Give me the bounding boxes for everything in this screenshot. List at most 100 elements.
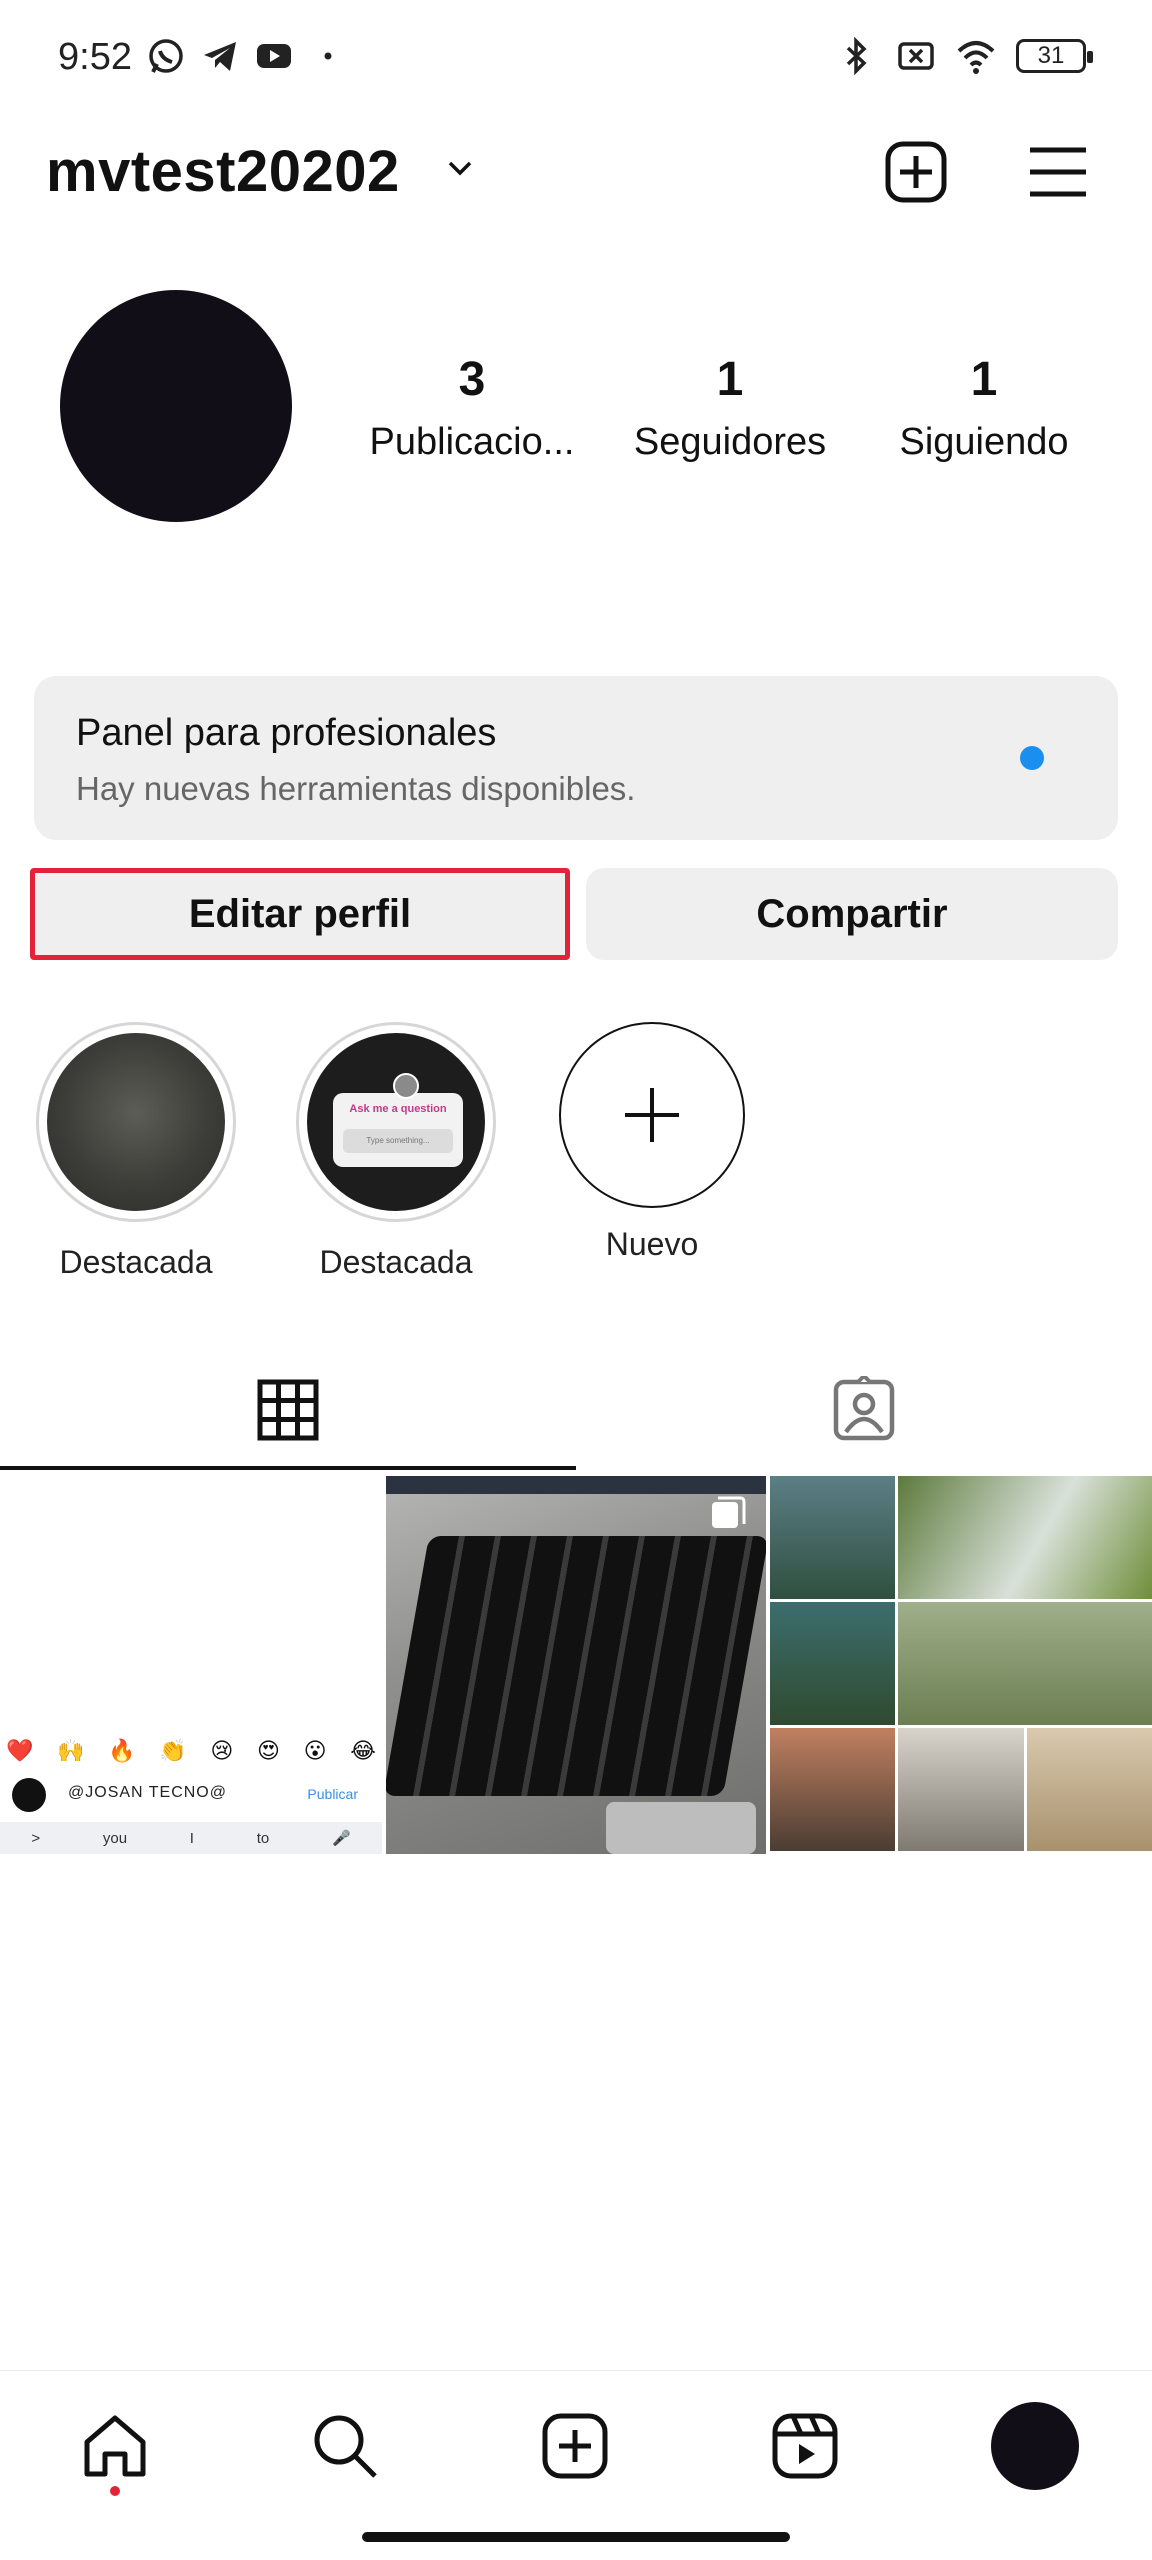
story-highlight[interactable]: Ask me a question Type something... Dest… xyxy=(296,1022,496,1281)
highlight-ring: Ask me a question Type something... xyxy=(296,1022,496,1222)
nav-profile[interactable] xyxy=(990,2401,1080,2491)
comment-composer: @JOSAN TECNO@ Publicar xyxy=(12,1778,382,1814)
kb-key: 🎤 xyxy=(331,1830,351,1847)
laptop-screen-edge xyxy=(386,1476,766,1494)
dot-icon xyxy=(324,52,332,60)
collage-tile xyxy=(898,1602,1152,1725)
stat-posts-value: 3 xyxy=(458,353,486,406)
create-icon xyxy=(542,2413,608,2479)
kb-key: you xyxy=(102,1829,128,1847)
stat-followers-value: 1 xyxy=(716,353,744,406)
collage-tile xyxy=(898,1728,1024,1851)
home-icon xyxy=(84,2415,146,2477)
nav-home[interactable] xyxy=(70,2401,160,2491)
status-time: 9:52 xyxy=(58,36,132,78)
status-left-icons xyxy=(146,36,348,76)
highlight-label: Destacada xyxy=(319,1244,473,1280)
whatsapp-icon xyxy=(149,39,183,73)
bottom-navigation xyxy=(0,2370,1152,2520)
carousel-icon xyxy=(712,1496,746,1528)
nav-create[interactable] xyxy=(530,2401,620,2491)
bluetooth-icon xyxy=(846,36,867,76)
highlight-cover xyxy=(47,1033,225,1211)
comment-avatar xyxy=(12,1778,46,1812)
sticker-avatar xyxy=(393,1073,419,1099)
stat-following-value: 1 xyxy=(970,353,998,406)
chevron-down-icon[interactable] xyxy=(442,150,478,186)
stat-following-label: Siguiendo xyxy=(899,421,1069,463)
publish-link: Publicar xyxy=(307,1786,358,1802)
active-tab-indicator xyxy=(0,1466,576,1470)
emoji: 😍 xyxy=(257,1738,280,1763)
profile-header: mvtest20202 xyxy=(0,130,1152,210)
question-sticker-field: Type something... xyxy=(343,1129,453,1153)
battery-icon: 31 xyxy=(1016,39,1093,73)
home-indicator[interactable] xyxy=(362,2532,790,2542)
collage-tile xyxy=(770,1476,896,1599)
tab-tagged[interactable] xyxy=(576,1350,1152,1470)
professional-dashboard-panel[interactable]: Panel para profesionales Hay nuevas herr… xyxy=(34,676,1118,840)
emoji: 🔥 xyxy=(108,1738,136,1763)
post-thumbnail[interactable] xyxy=(386,1476,766,1854)
edit-profile-button[interactable]: Editar perfil xyxy=(30,868,570,960)
tagged-icon xyxy=(833,1376,895,1441)
emoji: 🙌 xyxy=(57,1738,85,1763)
emoji: 😢 xyxy=(210,1738,234,1763)
stat-followers[interactable]: 1 Seguidores xyxy=(610,352,850,464)
keyboard-suggestions: > you I to 🎤 xyxy=(0,1822,382,1854)
notification-dot xyxy=(110,2486,120,2496)
highlight-label: Destacada xyxy=(59,1244,213,1280)
post-thumbnail[interactable]: ❤️ 🙌 🔥 👏 😢 😍 😮 😂 @JOSAN TECNO@ Publicar … xyxy=(0,1476,382,1854)
youtube-icon xyxy=(257,44,291,68)
plus-icon xyxy=(625,1088,679,1142)
add-square-icon[interactable] xyxy=(880,136,952,208)
nav-reels[interactable] xyxy=(760,2401,850,2491)
question-sticker: Ask me a question Type something... xyxy=(333,1093,463,1167)
tab-posts-grid[interactable] xyxy=(0,1350,576,1470)
laptop-trackpad xyxy=(606,1802,756,1854)
kb-key: to xyxy=(256,1829,270,1847)
emoji: 👏 xyxy=(159,1738,187,1763)
comment-username: @JOSAN TECNO@ xyxy=(68,1784,227,1801)
new-highlight[interactable]: Nuevo xyxy=(552,1022,752,1263)
post-thumbnail[interactable] xyxy=(770,1476,1152,1854)
nav-search[interactable] xyxy=(300,2401,390,2491)
no-sim-icon xyxy=(898,42,934,70)
notification-dot xyxy=(1020,746,1044,770)
profile-avatar xyxy=(991,2402,1079,2490)
collage-tile xyxy=(770,1728,896,1851)
stat-followers-label: Seguidores xyxy=(633,421,827,463)
stat-posts-label: Publicacio... xyxy=(369,421,575,463)
share-profile-button[interactable]: Compartir xyxy=(586,868,1118,960)
pro-panel-title: Panel para profesionales xyxy=(76,712,497,754)
username[interactable]: mvtest20202 xyxy=(46,138,400,205)
stat-posts[interactable]: 3 Publicacio... xyxy=(352,352,592,464)
emoji: 😂 xyxy=(350,1738,376,1763)
hamburger-menu-icon[interactable] xyxy=(1022,136,1094,208)
question-sticker-title: Ask me a question xyxy=(349,1103,447,1115)
grid-icon xyxy=(257,1379,319,1441)
new-highlight-ring xyxy=(559,1022,745,1208)
emoji: ❤️ xyxy=(6,1738,34,1763)
story-highlight[interactable]: Destacada xyxy=(36,1022,236,1281)
kb-key: > xyxy=(31,1829,41,1847)
highlight-cover: Ask me a question Type something... xyxy=(307,1033,485,1211)
photo-collage xyxy=(770,1476,1152,1854)
highlight-ring xyxy=(36,1022,236,1222)
emoji: 😮 xyxy=(303,1738,327,1763)
status-bar: 9:52 31 xyxy=(0,0,1152,120)
kb-key: I xyxy=(189,1829,194,1847)
emoji-reaction-row: ❤️ 🙌 🔥 👏 😢 😍 😮 😂 xyxy=(6,1738,376,1764)
collage-tile xyxy=(898,1476,1152,1599)
collage-tile xyxy=(770,1602,896,1725)
pro-panel-subtitle: Hay nuevas herramientas disponibles. xyxy=(76,770,636,807)
search-icon xyxy=(314,2415,377,2478)
new-highlight-label: Nuevo xyxy=(605,1226,699,1262)
telegram-icon xyxy=(204,42,236,71)
stat-following[interactable]: 1 Siguiendo xyxy=(864,352,1104,464)
wifi-icon xyxy=(957,41,995,74)
profile-avatar[interactable] xyxy=(60,290,292,522)
reels-icon xyxy=(772,2413,838,2479)
profile-tabs xyxy=(0,1350,1152,1470)
laptop-keyboard xyxy=(386,1536,766,1796)
